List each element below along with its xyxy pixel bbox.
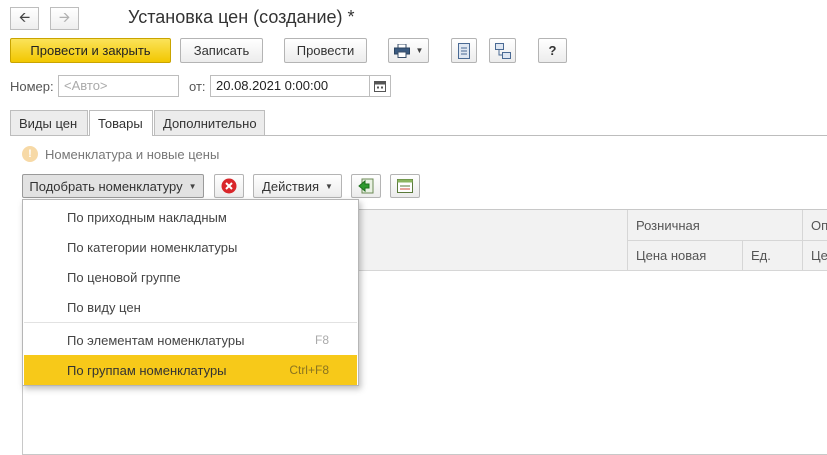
arrow-left-icon: 🡨 [18, 8, 31, 25]
header-price-2[interactable]: Це [803, 241, 827, 271]
number-label: Номер: [10, 79, 54, 94]
list-icon [458, 42, 470, 59]
back-button[interactable]: 🡨 [10, 7, 39, 30]
pick-nomenclature-label: Подобрать номенклатуру [29, 178, 183, 194]
info-icon: ! [22, 146, 38, 162]
menu-separator [24, 322, 357, 323]
menu-item-label: По категории номенклатуры [67, 239, 238, 255]
fill-prices-button[interactable] [351, 174, 381, 198]
related-documents-button[interactable] [489, 38, 516, 63]
delete-icon [221, 178, 237, 194]
header-group-wholesale: Оп [803, 210, 827, 241]
actions-button[interactable]: Действия ▼ [253, 174, 342, 198]
tab-price-types[interactable]: Виды цен [10, 110, 88, 135]
menu-item-shortcut: Ctrl+F8 [289, 363, 329, 377]
table-icon [397, 179, 413, 193]
calendar-icon [374, 81, 386, 92]
number-field[interactable]: <Авто> [58, 75, 179, 97]
menu-item-shortcut: F8 [314, 333, 329, 347]
header-price-new[interactable]: Цена новая [628, 241, 743, 271]
menu-item-by-groups[interactable]: По группам номенклатуры Ctrl+F8 [24, 355, 357, 385]
help-button[interactable]: ? [538, 38, 567, 63]
menu-item-by-price-type[interactable]: По виду цен [24, 292, 357, 322]
page-title: Установка цен (создание) * [128, 7, 355, 27]
delete-row-button[interactable] [214, 174, 244, 198]
document-structure-button[interactable] [451, 38, 477, 63]
save-button[interactable]: Записать [180, 38, 263, 63]
date-label: от: [189, 79, 206, 94]
fill-prices-icon [358, 178, 374, 194]
tab-additional[interactable]: Дополнительно [154, 110, 265, 135]
chevron-down-icon: ▼ [188, 181, 197, 191]
print-button[interactable]: ▼ [388, 38, 429, 63]
chevron-down-icon: ▼ [325, 181, 333, 191]
menu-item-by-elements[interactable]: По элементам номенклатуры F8 [24, 325, 357, 355]
menu-item-by-receipts[interactable]: По приходным накладным [24, 202, 357, 232]
pick-nomenclature-menu: По приходным накладным По категории номе… [22, 199, 359, 386]
menu-item-label: По ценовой группе [67, 269, 181, 285]
forward-button[interactable]: 🡪 [50, 7, 79, 30]
printer-icon [393, 43, 410, 58]
date-field[interactable]: 20.08.2021 0:00:00 [210, 75, 370, 97]
menu-item-label: По элементам номенклатуры [67, 332, 245, 348]
calendar-button[interactable] [369, 75, 391, 97]
menu-item-by-category[interactable]: По категории номенклатуры [24, 232, 357, 262]
post-button[interactable]: Провести [284, 38, 367, 63]
chevron-down-icon: ▼ [415, 46, 424, 55]
post-and-close-button[interactable]: Провести и закрыть [10, 38, 171, 63]
actions-label: Действия [262, 178, 320, 194]
menu-item-label: По виду цен [67, 299, 141, 315]
calculate-prices-button[interactable] [390, 174, 420, 198]
menu-item-by-price-group[interactable]: По ценовой группе [24, 262, 357, 292]
hint-text: Номенклатура и новые цены [45, 146, 220, 162]
menu-item-label: По группам номенклатуры [67, 362, 227, 378]
tab-goods[interactable]: Товары [89, 110, 153, 136]
header-group-retail: Розничная [628, 210, 803, 241]
header-unit[interactable]: Ед. [743, 241, 803, 271]
hierarchy-icon [494, 42, 511, 59]
menu-item-label: По приходным накладным [67, 209, 227, 225]
hint: ! Номенклатура и новые цены [22, 146, 219, 162]
arrow-right-icon: 🡪 [58, 8, 71, 25]
pick-nomenclature-button[interactable]: Подобрать номенклатуру ▼ [22, 174, 204, 198]
